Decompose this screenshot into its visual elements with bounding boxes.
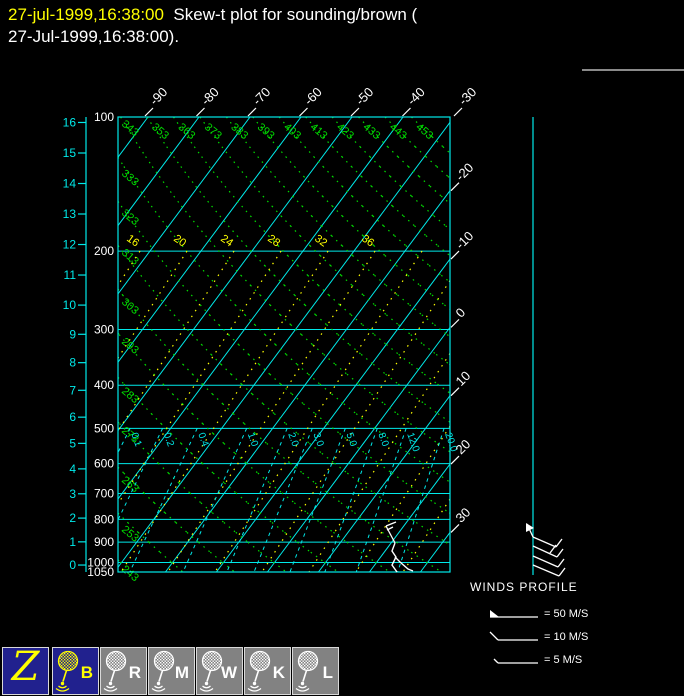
svg-text:0.2: 0.2 [161, 431, 176, 448]
svg-text:-80: -80 [198, 84, 222, 108]
svg-text:-30: -30 [456, 84, 480, 108]
svg-text:5: 5 [69, 436, 76, 450]
svg-text:-70: -70 [250, 84, 274, 108]
height-axis: 012345678910111213141516 [63, 115, 87, 572]
svg-text:12: 12 [63, 238, 77, 252]
station-letter: R [128, 663, 141, 682]
svg-text:16: 16 [63, 115, 77, 129]
svg-text:8.0: 8.0 [375, 431, 390, 448]
svg-text:10: 10 [63, 298, 77, 312]
svg-text:333: 333 [119, 168, 141, 189]
svg-text:15: 15 [63, 146, 77, 160]
svg-text:200: 200 [94, 244, 114, 258]
svg-text:28: 28 [265, 233, 282, 250]
station-letter: W [220, 663, 237, 682]
svg-text:1: 1 [69, 535, 76, 549]
pressure-grid: 10020030040050060070080090010001050 [87, 110, 450, 579]
svg-text:-10: -10 [453, 228, 477, 252]
svg-text:243: 243 [119, 563, 141, 584]
svg-text:373: 373 [202, 121, 224, 142]
skewt-chart: 1002003004005006007008009001000105001234… [63, 84, 566, 584]
svg-text:343: 343 [119, 118, 141, 139]
station-letter: K [272, 663, 285, 682]
legend-row-10ms: = 10 M/S [488, 625, 588, 648]
svg-text:700: 700 [94, 486, 114, 500]
svg-text:353: 353 [149, 121, 171, 142]
station-letter: B [80, 663, 93, 682]
wind-profile-staff [526, 117, 566, 577]
svg-text:263: 263 [119, 474, 141, 495]
svg-text:11: 11 [64, 268, 77, 282]
svg-text:100: 100 [94, 110, 114, 124]
svg-text:0: 0 [69, 558, 76, 572]
svg-text:393: 393 [255, 121, 277, 142]
svg-text:400: 400 [94, 378, 114, 392]
svg-text:283: 283 [119, 385, 141, 406]
svg-text:800: 800 [94, 512, 114, 526]
svg-text:-50: -50 [353, 84, 377, 108]
svg-text:300: 300 [94, 323, 114, 337]
sounding-trace [385, 521, 414, 573]
svg-text:30: 30 [453, 505, 474, 526]
svg-text:-20: -20 [453, 160, 477, 184]
toolbar-button-z[interactable]: Z [2, 644, 49, 695]
svg-text:5.0: 5.0 [343, 431, 358, 448]
svg-text:4: 4 [69, 462, 76, 476]
svg-text:7: 7 [69, 383, 76, 397]
vis5d-logo-z: Z [11, 644, 40, 690]
moist-adiabats: 16 20 24 28 32 36 [117, 233, 451, 573]
svg-text:6: 6 [69, 410, 76, 424]
svg-text:303: 303 [119, 296, 141, 317]
svg-text:433: 433 [361, 121, 383, 142]
svg-text:-90: -90 [147, 84, 171, 108]
winds-profile-title: WINDS PROFILE [470, 580, 578, 594]
legend-row-50ms: = 50 M/S [488, 602, 588, 625]
svg-text:323: 323 [119, 207, 141, 228]
svg-text:313: 313 [119, 247, 141, 268]
svg-text:0.1: 0.1 [128, 431, 143, 448]
svg-text:1050: 1050 [87, 565, 114, 579]
toolbar-button-w[interactable]: W [196, 647, 243, 695]
vis5d-sounding-window: 27-jul-1999,16:38:00 Skew-t plot for sou… [0, 0, 684, 696]
svg-text:900: 900 [94, 535, 114, 549]
flag-50ms-icon [490, 609, 538, 618]
svg-text:13: 13 [63, 207, 77, 221]
svg-text:453: 453 [413, 121, 435, 142]
station-letter: L [322, 663, 333, 682]
svg-text:600: 600 [94, 457, 114, 471]
sounding-balloon-icon [295, 650, 319, 692]
svg-text:9: 9 [69, 327, 76, 341]
toolbar-button-m[interactable]: M [148, 647, 195, 695]
svg-text:14: 14 [63, 177, 77, 191]
station-letter: M [174, 663, 189, 682]
svg-text:20: 20 [171, 233, 188, 250]
legend-label: = 50 M/S [544, 607, 589, 620]
temperature-axis-right: -20-100102030 [450, 160, 477, 533]
toolbar: ZBRMWKL [0, 644, 684, 696]
svg-text:10: 10 [453, 368, 474, 389]
svg-text:0: 0 [453, 305, 469, 321]
full-barb-10ms-icon [489, 631, 538, 641]
svg-text:500: 500 [94, 421, 114, 435]
svg-text:12.0: 12.0 [404, 431, 421, 453]
dry-adiabats: 243253263273283293303313323333343 353 363 3… [117, 116, 451, 584]
svg-text:2: 2 [69, 511, 76, 525]
svg-text:24: 24 [218, 233, 235, 250]
legend-label: = 10 M/S [544, 630, 589, 643]
svg-text:8: 8 [69, 356, 76, 370]
svg-text:-60: -60 [301, 84, 325, 108]
svg-text:-40: -40 [404, 84, 428, 108]
toolbar-button-b[interactable]: B [52, 647, 99, 695]
toolbar-button-l[interactable]: L [292, 647, 339, 695]
svg-text:413: 413 [308, 121, 330, 142]
temperature-axis-top: -90 -80 -70 -60 -50 -40 -30 [144, 84, 480, 117]
toolbar-button-k[interactable]: K [244, 647, 291, 695]
svg-text:443: 443 [387, 121, 409, 142]
svg-text:3: 3 [69, 487, 76, 501]
svg-text:3.0: 3.0 [310, 431, 325, 448]
toolbar-button-r[interactable]: R [100, 647, 147, 695]
svg-text:293: 293 [119, 336, 141, 357]
svg-text:423: 423 [334, 121, 356, 142]
svg-text:383: 383 [228, 121, 250, 142]
